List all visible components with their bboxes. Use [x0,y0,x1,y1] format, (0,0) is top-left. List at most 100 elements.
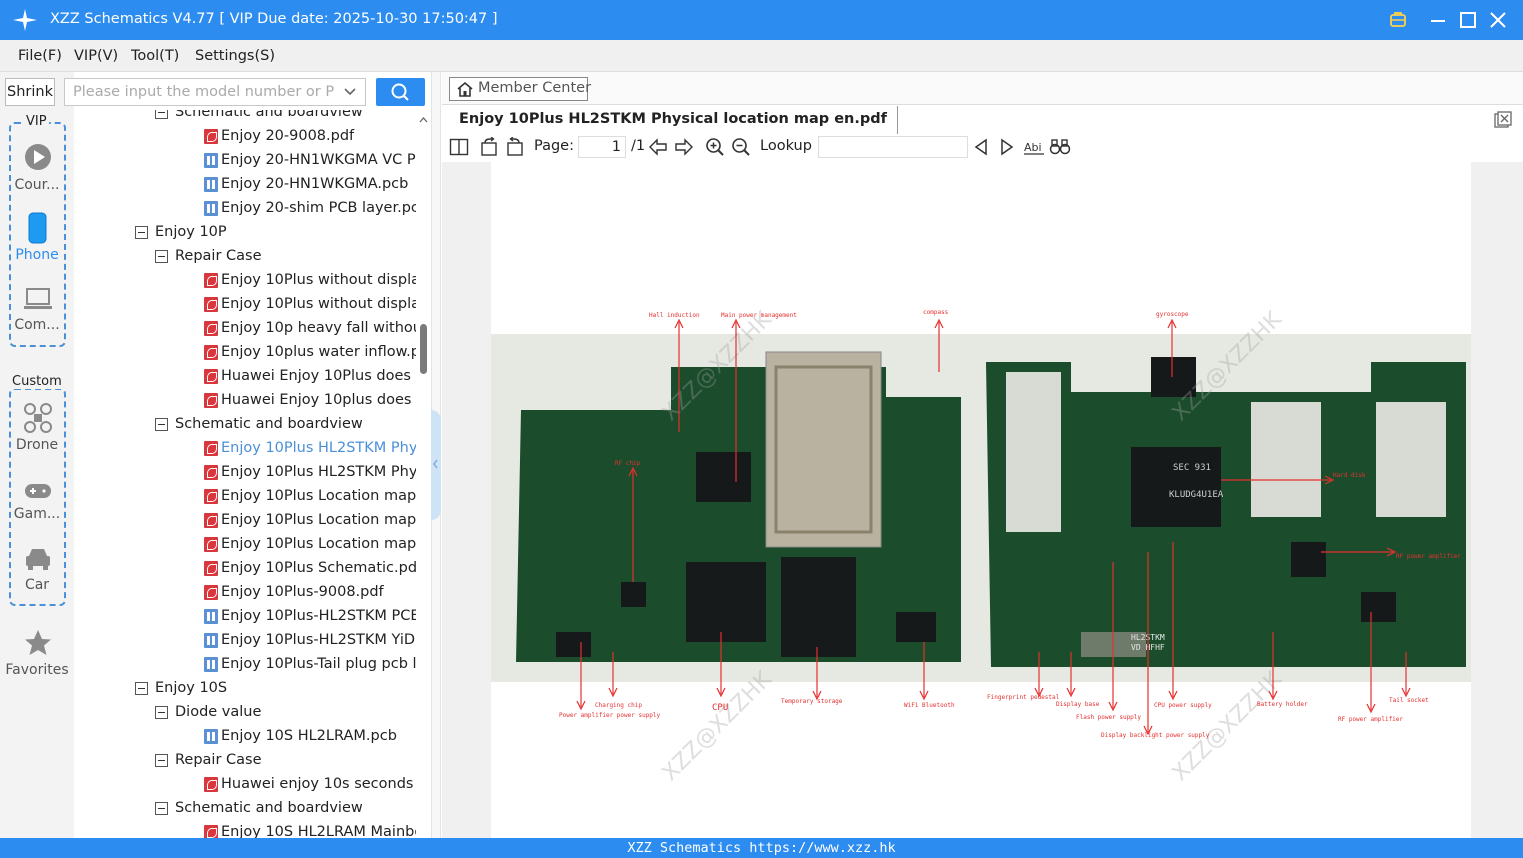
tree-file[interactable]: Enjoy 10Plus-HL2STKM PCB lay [74,604,416,628]
model-search-box[interactable] [64,78,366,106]
nav-games-label: Gam... [13,506,61,522]
tree-file[interactable]: Enjoy 10Plus Location map.pdf [74,532,416,556]
tree-folder[interactable]: Diode value [74,700,416,724]
minimize-icon[interactable] [1426,8,1450,32]
maximize-icon[interactable] [1456,8,1480,32]
chevron-down-icon[interactable] [343,85,357,99]
tree-item-label: Enjoy 20-shim PCB layer.pcb [221,200,416,216]
match-case-icon[interactable]: Abi [1023,137,1045,157]
label-main-power: Main power management [721,312,797,319]
collapse-toggle-icon[interactable] [135,226,148,239]
search-button[interactable] [376,78,425,106]
tree-file[interactable]: Enjoy 10Plus without displaying [74,268,416,292]
scroll-up-icon[interactable] [419,116,428,124]
document-tab[interactable]: Enjoy 10Plus HL2STKM Physical location m… [449,106,898,134]
tree-file[interactable]: Enjoy 10Plus-9008.pdf [74,580,416,604]
collapse-toggle-icon[interactable] [155,706,168,719]
tree-file[interactable]: Enjoy 10Plus-HL2STKM YiDianT [74,628,416,652]
find-all-icon[interactable] [1049,137,1071,157]
tree-item-label: Enjoy 10p heavy fall without ba [221,320,416,336]
tree-file[interactable]: Huawei enjoy 10s seconds with [74,772,416,796]
tree-folder[interactable]: Schematic and boardview [74,796,416,820]
tree-file[interactable]: Huawei Enjoy 10Plus does not c [74,364,416,388]
member-center-button[interactable]: Member Center [449,77,592,101]
tree-file[interactable]: Enjoy 10plus water inflow.pdf [74,340,416,364]
collapse-toggle-icon[interactable] [155,754,168,767]
shrink-button[interactable]: Shrink [5,78,55,106]
pdf-file-icon [204,489,218,504]
label-battery-holder: Battery holder [1257,701,1308,708]
board-location-map: SEC 931 KLUDG4U1EA HL2STKM VD HFHF XZZ@X… [491,307,1471,786]
tree-folder[interactable]: Schematic and boardview [74,412,416,436]
vip-group-label: VIP [24,114,49,129]
tree-file[interactable]: Enjoy 20-HN1WKGMA.pcb [74,172,416,196]
pdf-file-icon [204,321,218,336]
find-next-icon[interactable] [998,137,1016,157]
lookup-input[interactable] [818,136,968,158]
tree-scrollbar-thumb[interactable] [420,324,427,374]
zoom-in-icon[interactable] [705,137,725,157]
tree-file[interactable]: Enjoy 20-shim PCB layer.pcb [74,196,416,220]
tree-file[interactable]: Enjoy 10Plus HL2STKM Physical [74,460,416,484]
collapse-toggle-icon[interactable] [155,418,168,431]
storage-body [781,557,856,657]
rotate-cw-icon[interactable] [505,137,525,157]
nav-phone[interactable]: Phone [5,212,69,268]
tree-file[interactable]: Enjoy 10Plus Location map en.p [74,508,416,532]
close-tab-icon[interactable] [1494,111,1512,129]
rotate-ccw-icon[interactable] [479,137,499,157]
tree-item-label: Enjoy 10Plus Location map HL2 [221,488,416,504]
tree-file[interactable]: Enjoy 10Plus HL2STKM Physical [74,436,416,460]
menu-settings[interactable]: Settings(S) [195,48,275,64]
tree-file[interactable]: Enjoy 10p heavy fall without ba [74,316,416,340]
next-page-icon[interactable] [674,137,694,157]
tree-file[interactable]: Enjoy 10S HL2LRAM Mainbord [74,820,416,838]
panel-splitter[interactable] [431,72,441,838]
tree-file[interactable]: Enjoy 10Plus Schematic.pdf [74,556,416,580]
menu-file[interactable]: File(F) [18,48,62,64]
collapse-toggle-icon[interactable] [155,110,168,119]
label-rf-chip: RF chip [615,460,641,467]
nav-favorites[interactable]: Favorites [5,628,69,680]
page-number-input[interactable]: 1 [578,136,626,158]
menu-tool[interactable]: Tool(T) [131,48,179,64]
tree-file[interactable]: Huawei Enjoy 10plus does not p [74,388,416,412]
tree-scrollbar[interactable] [416,110,431,838]
tree-file[interactable]: Enjoy 20-HN1WKGMA VC PCB l [74,148,416,172]
tree-folder[interactable]: Enjoy 10S [74,676,416,700]
collapse-panel-handle[interactable] [431,410,441,520]
tree-file[interactable]: Enjoy 10S HL2LRAM.pcb [74,724,416,748]
tree-folder[interactable]: Repair Case [74,748,416,772]
tree-folder[interactable]: Schematic and boardview [74,110,416,124]
tree-item-label: Enjoy 10Plus-9008.pdf [221,584,384,600]
close-icon[interactable] [1486,8,1510,32]
pdf-file-icon [204,345,218,360]
find-prev-icon[interactable] [972,137,990,157]
label-gyroscope: gyroscope [1156,311,1189,318]
prev-page-icon[interactable] [648,137,668,157]
zoom-out-icon[interactable] [731,137,751,157]
search-icon [391,83,409,101]
collapse-toggle-icon[interactable] [135,682,148,695]
member-center-label: Member Center [478,80,592,96]
model-search-input[interactable] [65,79,335,105]
pdf-page[interactable]: SEC 931 KLUDG4U1EA HL2STKM VD HFHF XZZ@X… [491,162,1471,838]
tree-file[interactable]: Enjoy 10Plus without displaying [74,292,416,316]
tree-folder[interactable]: Repair Case [74,244,416,268]
nav-computer[interactable]: Com... [5,284,69,340]
tree-file[interactable]: Enjoy 10Plus-Tail plug pcb laye [74,652,416,676]
nav-drone[interactable]: Drone [5,402,69,458]
sidebar-toggle-icon[interactable] [449,137,469,157]
vip-badge-icon[interactable] [1386,8,1410,32]
collapse-toggle-icon[interactable] [155,802,168,815]
nav-car[interactable]: Car [5,544,69,596]
menu-vip[interactable]: VIP(V) [74,48,118,64]
tree-file[interactable]: Enjoy 20-9008.pdf [74,124,416,148]
nav-courses[interactable]: Cour... [5,142,69,198]
collapse-toggle-icon[interactable] [155,250,168,263]
tree-folder[interactable]: Enjoy 10P [74,220,416,244]
tree-file[interactable]: Enjoy 10Plus Location map HL2 [74,484,416,508]
nav-car-label: Car [24,577,50,593]
nav-games[interactable]: Gam... [5,476,69,528]
play-icon [25,144,51,170]
